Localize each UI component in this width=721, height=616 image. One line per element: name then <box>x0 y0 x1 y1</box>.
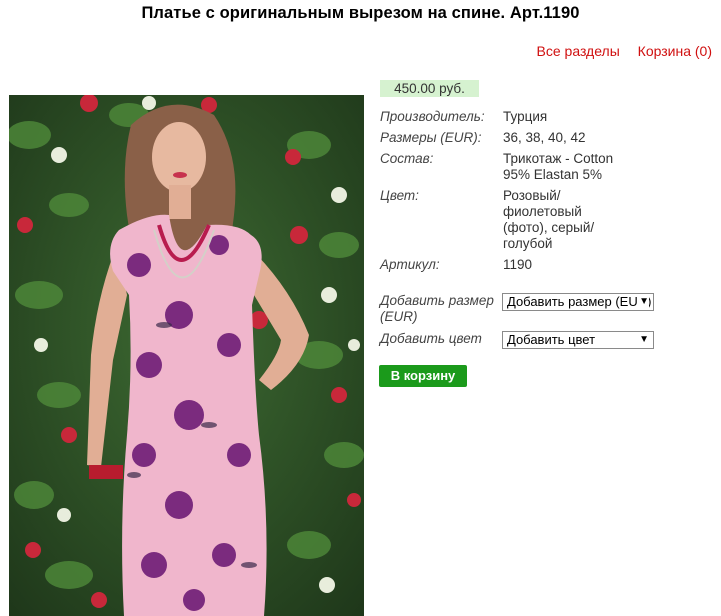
price-badge: 450.00 руб. <box>380 80 479 97</box>
prop-sizes: Размеры (EUR): 36, 38, 40, 42 <box>380 130 623 146</box>
color-select-value: Добавить цвет <box>507 332 596 347</box>
add-color-label: Добавить цвет <box>380 331 482 346</box>
page-title: Платье с оригинальным вырезом на спине. … <box>141 4 580 22</box>
prop-label: Производитель: <box>380 109 485 124</box>
prop-color: Цвет: Розовый/ фиолетовый (фото), серый/… <box>380 188 623 252</box>
prop-value: Трикотаж - Cotton 95% Elastan 5% <box>503 151 614 182</box>
size-select-value: Добавить размер (EUR) <box>507 294 652 309</box>
product-properties: Производитель: Турция Размеры (EUR): 36,… <box>380 109 623 278</box>
top-nav: Все разделы Корзина (0) <box>523 43 712 59</box>
prop-manufacturer: Производитель: Турция <box>380 109 623 125</box>
prop-composition: Состав: Трикотаж - Cotton 95% Elastan 5% <box>380 151 623 183</box>
add-to-cart-button[interactable]: В корзину <box>379 365 467 387</box>
add-size-label: Добавить размер (EUR) <box>380 293 494 324</box>
prop-label: Состав: <box>380 151 434 166</box>
prop-value: 1190 <box>503 257 533 272</box>
all-sections-link[interactable]: Все разделы <box>537 43 620 59</box>
prop-value: Розовый/ фиолетовый (фото), серый/ голуб… <box>503 188 595 251</box>
prop-label: Артикул: <box>380 257 440 272</box>
prop-label: Размеры (EUR): <box>380 130 482 145</box>
chevron-down-icon: ▼ <box>637 294 649 310</box>
prop-value: 36, 38, 40, 42 <box>503 130 586 145</box>
product-photo[interactable] <box>9 95 364 616</box>
color-select[interactable]: Добавить цвет ▼ <box>502 331 654 349</box>
prop-value: Турция <box>503 109 548 124</box>
prop-label: Цвет: <box>380 188 419 203</box>
chevron-down-icon: ▼ <box>637 332 649 348</box>
size-select[interactable]: Добавить размер (EUR) ▼ <box>502 293 654 311</box>
dress-photo-image <box>9 95 364 616</box>
prop-article: Артикул: 1190 <box>380 257 623 273</box>
cart-link[interactable]: Корзина (0) <box>638 43 712 59</box>
